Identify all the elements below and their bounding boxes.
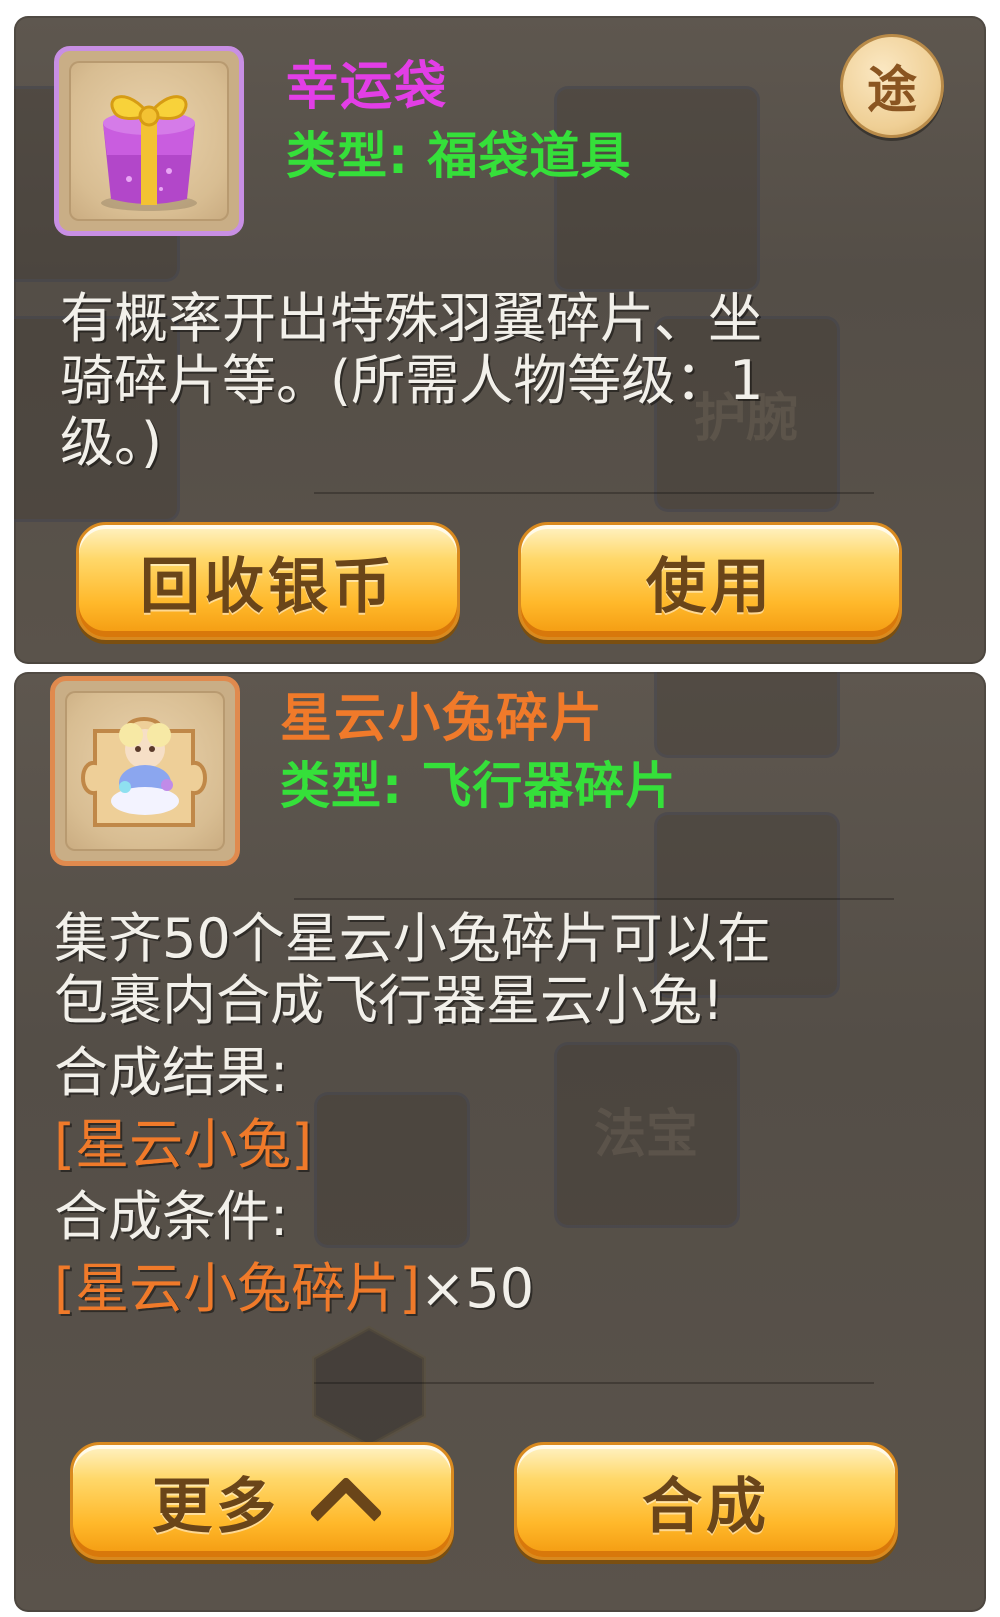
recycle-silver-label: 回收银币: [140, 551, 396, 622]
use-label: 使用: [646, 551, 774, 622]
item-name: 幸运袋: [286, 57, 449, 117]
item-name: 星云小兔碎片: [280, 689, 605, 749]
item-type: 类型: 飞行器碎片: [280, 757, 677, 815]
chevron-up-icon: [309, 1476, 383, 1550]
puzzle-piece-icon: [81, 717, 207, 827]
compose-button[interactable]: 合成: [514, 1442, 898, 1560]
description-line: 集齐50个星云小兔碎片可以在: [54, 907, 771, 970]
source-button-label: 途: [867, 61, 917, 119]
compose-condition-item[interactable]: [星云小兔碎片]: [54, 1257, 420, 1320]
description-line: 级。): [60, 411, 163, 474]
divider: [294, 898, 894, 900]
compose-label: 合成: [642, 1471, 770, 1542]
description-line: 骑碎片等。(所需人物等级：1: [60, 349, 764, 412]
item-icon-background: [69, 61, 229, 221]
item-tooltip-lucky-bag: 护腕 幸运袋 类型: 福袋道具 途 有概率开出特殊羽翼碎片、坐 骑碎片等。(所需…: [14, 16, 986, 664]
item-description: 有概率开出特殊羽翼碎片、坐 骑碎片等。(所需人物等级：1 级。): [60, 288, 940, 474]
compose-result-label: 合成结果:: [54, 1041, 289, 1104]
divider: [314, 492, 874, 494]
use-button[interactable]: 使用: [518, 522, 902, 640]
more-label: 更多: [152, 1471, 280, 1542]
description-line: 包裹内合成飞行器星云小兔!: [54, 969, 724, 1032]
item-type: 类型: 福袋道具: [286, 127, 632, 185]
recycle-silver-button[interactable]: 回收银币: [76, 522, 460, 640]
gift-box-icon: [101, 95, 197, 211]
compose-result-item[interactable]: [星云小兔]: [54, 1114, 954, 1176]
background-hexagon-badge: [312, 1325, 426, 1449]
divider: [314, 1382, 874, 1384]
background-slot: [654, 672, 840, 758]
compose-condition-line: [星云小兔碎片]×50: [54, 1258, 954, 1320]
compose-condition-count: ×50: [420, 1257, 535, 1320]
compose-condition-label: 合成条件:: [54, 1185, 289, 1248]
description-line: 有概率开出特殊羽翼碎片、坐: [60, 287, 762, 350]
item-icon-frame: [50, 676, 240, 866]
item-description: 集齐50个星云小兔碎片可以在 包裹内合成飞行器星云小兔! 合成结果: [星云小兔…: [54, 908, 954, 1320]
item-icon-background: [65, 691, 225, 851]
source-button[interactable]: 途: [840, 34, 944, 138]
item-tooltip-nebula-bunny-fragment: 法宝 星云小兔碎片 类型: 飞行器碎片 集齐50个星云小兔碎片可以在 包裹内合成…: [14, 672, 986, 1612]
item-icon-frame: [54, 46, 244, 236]
more-button[interactable]: 更多: [70, 1442, 454, 1560]
